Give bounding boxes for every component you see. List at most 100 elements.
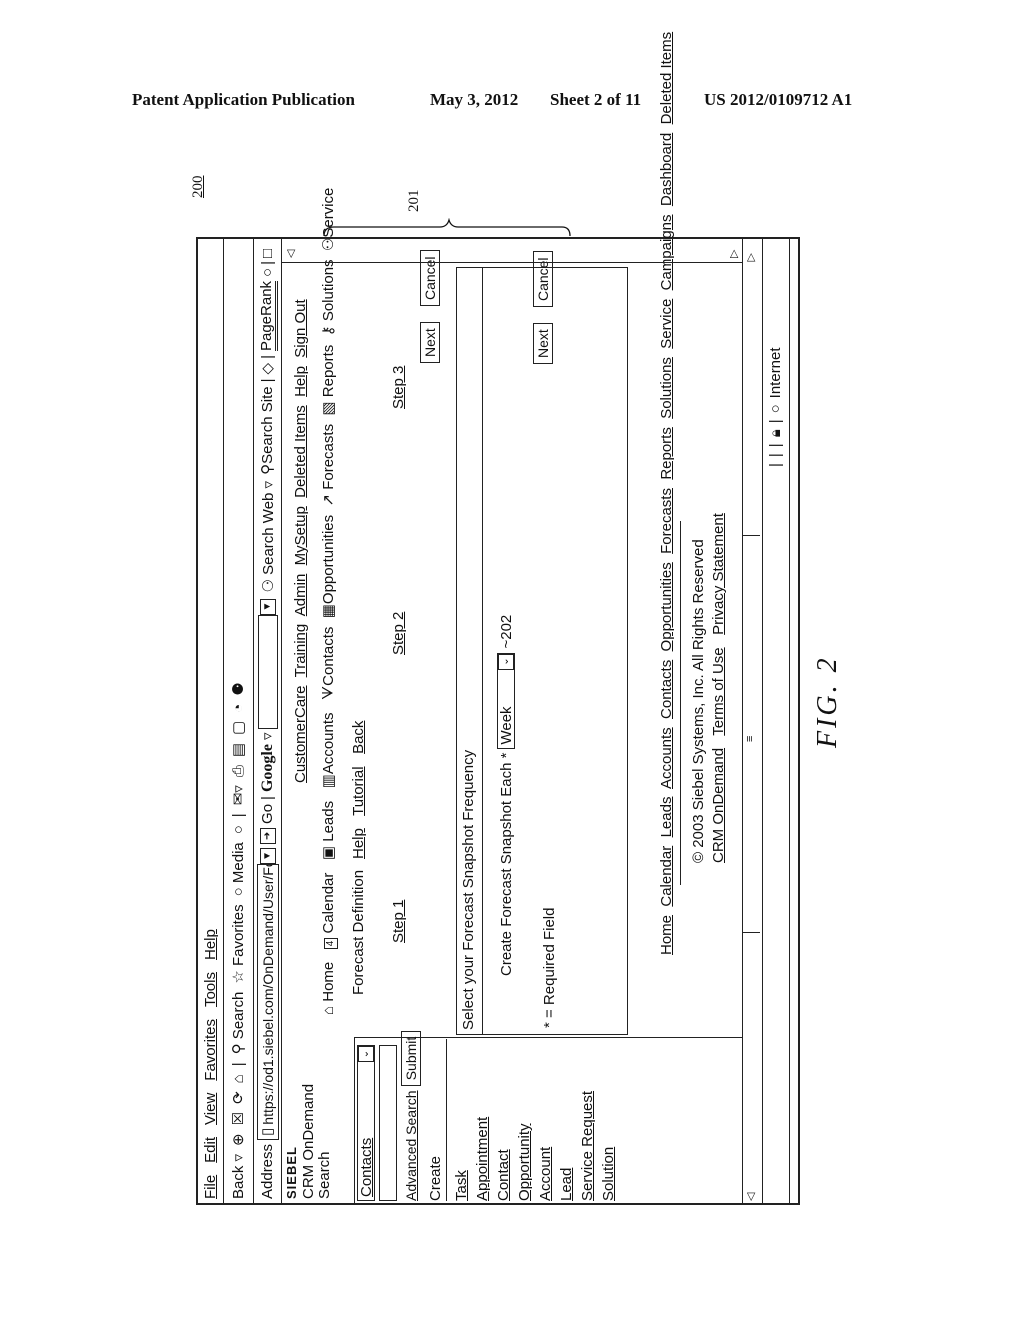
link-customercare[interactable]: CustomerCare [292,685,309,783]
address-dropdown[interactable]: ▼ [259,847,276,864]
footer-calendar[interactable]: Calendar [658,846,675,907]
help-link[interactable]: Help [350,828,367,859]
back-button[interactable]: Back ▿ [230,1154,247,1199]
go-button[interactable]: Go [259,804,276,824]
footer-solutions[interactable]: Solutions [658,357,675,419]
create-opportunity[interactable]: Opportunity [514,1091,535,1201]
refresh-icon[interactable]: ⟳ [230,1091,247,1104]
submit-button[interactable]: Submit [401,1030,421,1087]
mail-icon[interactable]: ✉▿ [230,785,247,805]
footer-dashboard[interactable]: Dashboard [658,133,675,206]
edit-icon[interactable]: ▤ [230,743,247,757]
window-icon[interactable]: □ [259,249,276,258]
print-icon[interactable]: ⎙ [230,765,247,777]
reference-202: ~202 [497,614,515,649]
footer-forecasts[interactable]: Forecasts [658,488,675,554]
messenger-icon[interactable]: ⚈ [230,682,247,695]
link-mysetup[interactable]: MySetup [292,506,309,565]
create-appointment[interactable]: Appointment [472,1091,493,1201]
create-solution[interactable]: Solution [598,1091,619,1201]
globe-icon: ○ [767,404,784,414]
search-input[interactable] [379,1045,397,1201]
highlight-icon[interactable]: ◇ [259,363,276,375]
favorites-button[interactable]: ☆ Favorites [230,904,247,983]
create-account[interactable]: Account [535,1091,556,1201]
vertical-scrollbar[interactable]: ◁ ▷ [282,239,742,263]
google-search-dropdown[interactable]: ▼ [259,598,276,615]
menu-help[interactable]: Help [202,929,219,960]
tab-reports[interactable]: ▧ Reports [320,345,337,416]
link-admin[interactable]: Admin [292,574,309,617]
next-button[interactable]: Next [533,323,553,364]
create-task[interactable]: Task [451,1091,472,1201]
google-dropdown-icon[interactable]: ▿ [259,733,276,741]
scroll-down-icon[interactable]: ▷ [727,250,740,258]
create-contact[interactable]: Contact [493,1091,514,1201]
scroll-right-icon[interactable]: ▷ [744,253,757,261]
tab-leads[interactable]: ▣ Leads [320,801,337,860]
footer-accounts[interactable]: Accounts [658,727,675,789]
footer-leads[interactable]: Leads [658,797,675,838]
home-icon[interactable]: ⌂ [230,1074,247,1083]
scroll-up-icon[interactable]: ◁ [284,250,297,258]
back-link[interactable]: Back [350,721,367,754]
address-input[interactable]: ▯ https://od1.siebel.com/OnDemand/User/F… [256,863,279,1140]
patent-number: US 2012/0109712 A1 [704,90,853,109]
link-sign-out[interactable]: Sign Out [292,299,309,357]
privacy-statement-link[interactable]: Privacy Statement [710,513,727,635]
search-object-select[interactable]: Contacts ⌄ [357,1045,375,1201]
page-icon[interactable]: ▢ [230,721,247,735]
menu-view[interactable]: View [202,1093,219,1125]
step-2-link[interactable]: Step 2 [390,612,407,655]
snapshot-field-label: Create Forecast Snapshot Each * [497,752,515,976]
link-deleted-items[interactable]: Deleted Items [292,405,309,498]
tab-calendar[interactable]: 4 Calendar [320,873,338,950]
footer-deleted-items[interactable]: Deleted Items [658,32,675,125]
footer-opportunities[interactable]: Opportunities [658,562,675,651]
footer-reports[interactable]: Reports [658,427,675,480]
tab-contacts[interactable]: ᗐContacts [320,627,337,700]
history-icon[interactable]: ○ [230,825,247,834]
menu-edit[interactable]: Edit [202,1137,219,1163]
crm-ondemand-link[interactable]: CRM OnDemand [710,748,727,863]
google-search-input[interactable] [257,614,278,729]
footer-service[interactable]: Service [658,299,675,349]
advanced-search-link[interactable]: Advanced Search [403,1090,419,1201]
tab-opportunities[interactable]: ▦Opportunities [320,515,337,618]
footer-home[interactable]: Home [658,915,675,955]
terms-of-use-link[interactable]: Terms of Use [710,647,727,735]
discuss-icon[interactable]: ◔ [230,704,247,713]
search-site-button[interactable]: ⚲Search Site [259,386,276,475]
next-button-top[interactable]: Next [420,322,440,363]
tutorial-link[interactable]: Tutorial [350,766,367,815]
go-arrow-icon[interactable]: ➜ [259,827,276,844]
tab-accounts[interactable]: ▥Accounts [320,712,337,788]
tab-forecasts[interactable]: ↗ Forecasts [320,424,337,507]
tab-solutions[interactable]: ⚷ Solutions [320,259,337,336]
footer-contacts[interactable]: Contacts [658,660,675,719]
step-3-link[interactable]: Step 3 [390,366,407,409]
option-icon[interactable]: ○ [259,268,276,277]
tab-label: Home [320,961,337,1002]
search-web-button[interactable]: ⚆ Search Web ▿ [259,481,277,593]
snapshot-frequency-select[interactable]: Week ⌄ [497,652,515,749]
horizontal-scrollbar[interactable]: ◁ ≡ ▷ [742,239,762,1203]
create-lead[interactable]: Lead [556,1091,577,1201]
stop-icon[interactable]: ☒ [230,1112,247,1125]
menu-tools[interactable]: Tools [202,972,219,1007]
tab-label: Solutions [320,259,337,322]
link-training[interactable]: Training [292,624,309,678]
forward-icon[interactable]: ⊕ [230,1133,247,1146]
tab-home[interactable]: ⌂ Home [320,962,337,1015]
menu-file[interactable]: File [202,1175,219,1199]
main-tabs: ⌂ Home 4 Calendar ▣ Leads ▥Accounts ᗐCon… [320,188,338,1015]
media-button[interactable]: ○ Media [230,842,247,896]
menu-favorites[interactable]: Favorites [202,1019,219,1081]
google-label[interactable]: Google [259,744,277,792]
search-button[interactable]: ⚲ Search [230,992,247,1055]
step-1-link[interactable]: Step 1 [390,900,407,943]
scroll-thumb[interactable]: ≡ [743,535,760,933]
scroll-left-icon[interactable]: ◁ [744,1193,757,1201]
link-help[interactable]: Help [292,366,309,397]
create-service-request[interactable]: Service Request [577,1091,598,1201]
